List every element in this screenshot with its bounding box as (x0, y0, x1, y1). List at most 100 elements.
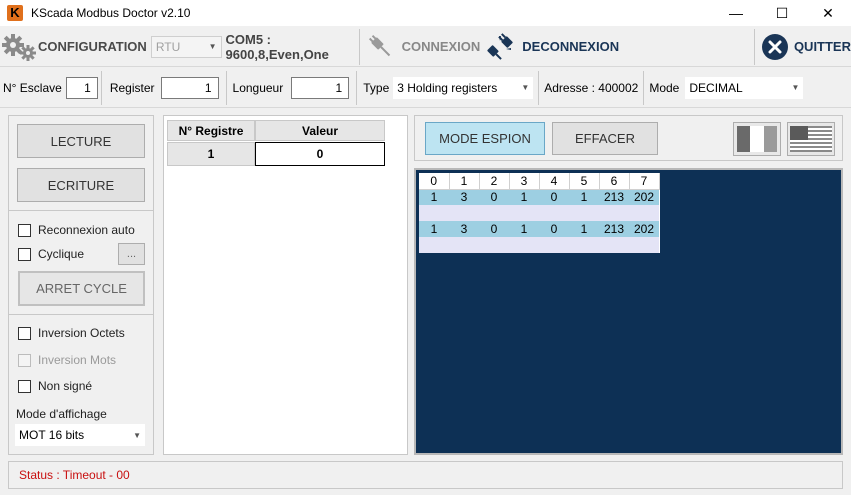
maximize-button[interactable]: ☐ (759, 0, 805, 26)
type-select[interactable]: 3 Holding registers ▼ (393, 76, 534, 99)
spy-byte-cell: 0 (479, 221, 509, 237)
spy-column-header: 0 (419, 173, 450, 190)
left-control-panel: LECTURE ECRITURE Reconnexion auto Cycliq… (8, 115, 154, 455)
main-toolbar: CONFIGURATION RTU ▼ COM5 : 9600,8,Even,O… (0, 27, 851, 67)
protocol-value: RTU (155, 39, 181, 54)
protocol-select[interactable]: RTU ▼ (150, 35, 222, 58)
spy-byte-cell: 1 (509, 189, 539, 205)
spy-byte-cell: 1 (419, 189, 449, 205)
mode-label: Mode (649, 80, 680, 95)
spy-mode-button[interactable]: MODE ESPION (425, 122, 545, 155)
spy-byte-cell: 1 (569, 189, 599, 205)
write-button[interactable]: ECRITURE (17, 168, 145, 202)
stop-cycle-button[interactable]: ARRET CYCLE (18, 271, 145, 306)
french-flag-button[interactable] (733, 122, 781, 156)
type-value: 3 Holding registers (397, 80, 498, 95)
connexion-button[interactable]: CONNEXION (360, 28, 481, 66)
register-input[interactable] (160, 76, 219, 99)
mode-select[interactable]: DECIMAL ▼ (685, 76, 804, 99)
checkbox-box (18, 247, 31, 261)
deconnexion-button[interactable]: DECONNEXION (480, 28, 668, 66)
configuration-button[interactable]: CONFIGURATION (0, 28, 147, 66)
unsigned-label: Non signé (38, 379, 93, 393)
window-title: KScada Modbus Doctor v2.10 (31, 6, 191, 20)
read-button[interactable]: LECTURE (17, 124, 145, 158)
french-flag-icon (737, 126, 777, 152)
spy-header-row: 0 1 2 3 4 5 6 7 (419, 173, 660, 190)
chevron-down-icon: ▼ (133, 430, 141, 440)
register-grid: N° Registre Valeur 1 0 (163, 115, 408, 455)
spy-byte-cell: 202 (629, 189, 659, 205)
spy-column-header: 5 (569, 173, 600, 190)
length-input[interactable] (291, 76, 350, 99)
invert-bytes-checkbox[interactable]: Inversion Octets (18, 326, 125, 340)
com-settings: COM5 : 9600,8,Even,One (225, 31, 329, 62)
spy-byte-cell: 3 (449, 221, 479, 237)
us-flag-button[interactable] (787, 122, 835, 156)
mode-group: Mode DECIMAL ▼ (644, 70, 806, 106)
chevron-down-icon: ▼ (208, 42, 217, 51)
spy-byte-cell: 3 (449, 189, 479, 205)
unsigned-checkbox[interactable]: Non signé (18, 379, 92, 393)
spy-byte-cell: 0 (539, 221, 569, 237)
cyclic-checkbox[interactable]: Cyclique (18, 247, 84, 261)
slave-input[interactable] (65, 76, 98, 99)
quitter-button[interactable]: QUITTER (755, 28, 851, 66)
mode-value: DECIMAL (689, 80, 743, 95)
spy-byte-cell: 213 (599, 189, 629, 205)
spy-byte-cell: 0 (539, 189, 569, 205)
gears-icon (2, 33, 36, 61)
length-label: Longueur (232, 80, 284, 95)
address-text: Adresse : 400002 (544, 80, 639, 95)
connexion-label: CONNEXION (401, 39, 481, 54)
spy-byte-cell: 202 (629, 221, 659, 237)
panel-divider (9, 210, 153, 211)
display-mode-select[interactable]: MOT 16 bits ▼ (15, 424, 145, 446)
close-circle-icon (761, 33, 788, 60)
clear-button[interactable]: EFFACER (552, 122, 658, 155)
cyclic-settings-button[interactable]: ... (118, 243, 145, 265)
spy-column-header: 2 (479, 173, 510, 190)
spy-frame-row[interactable]: 1 3 0 1 0 1 213 202 (419, 221, 659, 237)
spy-frames-table: 0 1 2 3 4 5 6 7 1 3 0 1 0 1 213 202 1 3 … (419, 173, 660, 253)
quitter-label: QUITTER (793, 39, 851, 54)
spy-column-header: 4 (539, 173, 570, 190)
register-number-cell[interactable]: 1 (167, 142, 255, 166)
parameters-bar: N° Esclave Register Longueur Type 3 Hold… (0, 68, 851, 108)
invert-words-label: Inversion Mots (38, 353, 117, 367)
type-label: Type (363, 80, 390, 95)
configuration-label: CONFIGURATION (38, 39, 147, 54)
status-text: Status : Timeout - 00 (19, 468, 130, 482)
us-flag-icon (790, 126, 832, 152)
type-group: Type 3 Holding registers ▼ (357, 70, 536, 106)
spy-byte-cell: 213 (599, 221, 629, 237)
cyclic-label: Cyclique (38, 247, 85, 261)
invert-words-checkbox[interactable]: Inversion Mots (18, 353, 116, 367)
display-mode-label: Mode d'affichage (16, 407, 107, 421)
spy-column-header: 3 (509, 173, 540, 190)
reconnect-auto-checkbox[interactable]: Reconnexion auto (18, 223, 135, 237)
spy-column-header: 7 (629, 173, 660, 190)
spy-byte-cell: 1 (419, 221, 449, 237)
checkbox-box (18, 223, 31, 237)
reconnect-auto-label: Reconnexion auto (38, 223, 135, 237)
spy-column-header: 6 (599, 173, 630, 190)
register-label: Register (109, 80, 155, 95)
spy-frame-row[interactable]: 1 3 0 1 0 1 213 202 (419, 189, 659, 205)
spy-empty-row (419, 237, 659, 253)
address-group: Adresse : 400002 (539, 70, 641, 106)
value-column-header[interactable]: Valeur (255, 120, 385, 141)
chevron-down-icon: ▼ (521, 83, 530, 92)
checkbox-box (18, 326, 31, 340)
title-bar: K KScada Modbus Doctor v2.10 — ☐ ✕ (0, 0, 851, 26)
register-group: Register (102, 70, 222, 106)
panel-divider (9, 314, 153, 315)
register-value-cell[interactable]: 0 (255, 142, 385, 166)
chevron-down-icon: ▼ (791, 83, 800, 92)
spy-controls: MODE ESPION EFFACER (414, 115, 843, 161)
close-window-button[interactable]: ✕ (805, 0, 851, 26)
register-column-header[interactable]: N° Registre (167, 120, 255, 141)
plug-connect-icon (368, 34, 390, 56)
spy-frames-area[interactable]: 0 1 2 3 4 5 6 7 1 3 0 1 0 1 213 202 1 3 … (414, 168, 843, 455)
minimize-button[interactable]: — (713, 0, 759, 26)
